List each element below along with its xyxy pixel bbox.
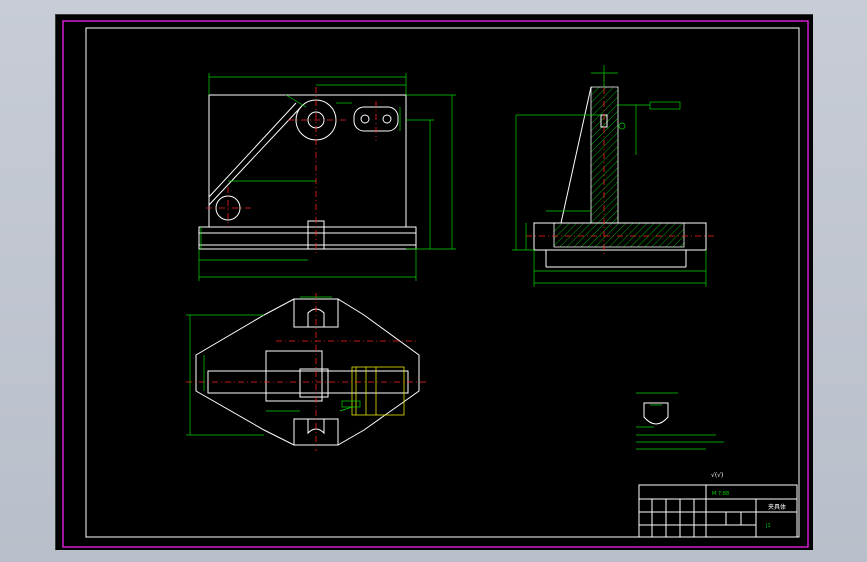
scale-note: M 7:88 bbox=[712, 491, 729, 497]
drawing-border bbox=[85, 27, 800, 538]
detail-sketch bbox=[643, 402, 669, 425]
cad-viewport[interactable]: √(√) M 7:88 夹具体 J1 bbox=[55, 14, 813, 550]
front-view bbox=[198, 73, 456, 281]
sheet-code: J1 bbox=[765, 523, 771, 529]
front-body-outline bbox=[208, 94, 407, 228]
drawing-frame bbox=[62, 20, 809, 548]
part-name: 夹具体 bbox=[768, 503, 786, 511]
cad-drawing: √(√) M 7:88 夹具体 J1 bbox=[62, 20, 809, 548]
surface-roughness-symbol: √(√) bbox=[711, 472, 723, 479]
hidden-pocket bbox=[351, 366, 405, 416]
detail-and-notes: √(√) bbox=[636, 392, 724, 479]
top-view bbox=[186, 293, 428, 451]
title-block: M 7:88 夹具体 J1 bbox=[638, 484, 798, 538]
side-view bbox=[512, 65, 716, 287]
